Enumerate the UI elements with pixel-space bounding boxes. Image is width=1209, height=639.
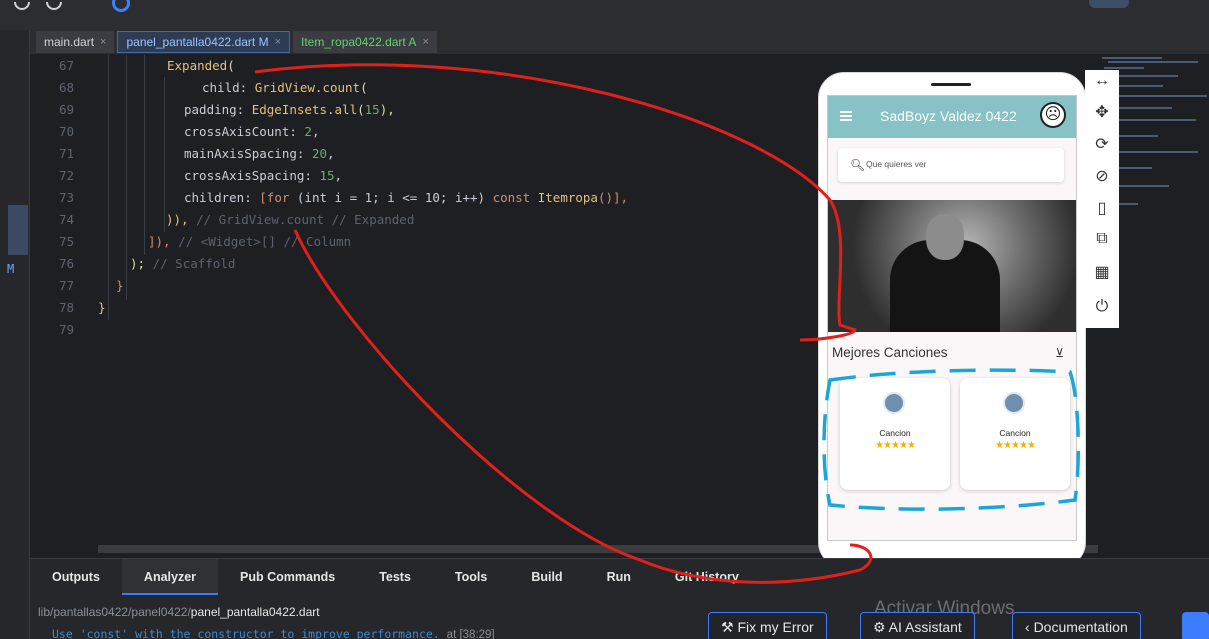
tab-tools[interactable]: Tools [433, 559, 509, 595]
tab-pub-commands[interactable]: Pub Commands [218, 559, 357, 595]
search-icon: 🔍︎ [850, 158, 866, 172]
sad-face-icon[interactable]: ☹ [1040, 102, 1066, 128]
song-card[interactable]: Cancion ★★★★★ [960, 378, 1070, 490]
ai-assistant-button[interactable]: ⚙ AI Assistant [860, 612, 975, 639]
qr-code-icon[interactable]: ▦ [1085, 262, 1119, 282]
title-bar [0, 0, 1209, 30]
tab-run[interactable]: Run [585, 559, 653, 595]
toolbar-pill[interactable] [1089, 0, 1129, 8]
device-icon[interactable]: ▯ [1085, 198, 1119, 218]
brain-icon: ⚙ [873, 619, 889, 635]
artist-photo [828, 200, 1076, 332]
phone-emulator: SadBoyz Valdez 0422 ☹ 🔍︎ Que quieres ver… [818, 72, 1086, 568]
search-placeholder: Que quieres ver [866, 159, 927, 169]
documentation-button[interactable]: ‹ Documentation [1012, 612, 1141, 639]
analyzer-warning[interactable]: Use 'const' with the constructor to impr… [52, 627, 495, 639]
editor-tabs: main.dart × panel_pantalla0422.dart M × … [30, 30, 1209, 54]
window-icon[interactable] [46, 2, 62, 10]
rating-stars: ★★★★★ [995, 440, 1036, 451]
window-icon[interactable] [14, 2, 30, 10]
tab-analyzer[interactable]: Analyzer [121, 559, 219, 595]
move-icon[interactable]: ✥ [1085, 102, 1119, 122]
emulator-toolbar: ↔ ✥ ⟳ ⊘ ▯ ⧉ ▦ ⏻ [1085, 70, 1119, 328]
tab-git-history[interactable]: Git History [653, 559, 761, 595]
activity-bar: M [0, 30, 30, 639]
disable-icon[interactable]: ⊘ [1085, 166, 1119, 186]
app-bar: SadBoyz Valdez 0422 ☹ [828, 96, 1076, 138]
app-title: SadBoyz Valdez 0422 [880, 108, 1017, 124]
card-label: Cancion [879, 428, 911, 438]
card-label: Cancion [999, 428, 1031, 438]
file-path[interactable]: lib/pantallas0422/panel0422/panel_pantal… [38, 605, 320, 619]
tab-main-dart[interactable]: main.dart × [36, 31, 115, 53]
wand-icon: ⚒ [721, 619, 738, 635]
open-external-icon[interactable]: ⧉ [1085, 230, 1119, 248]
panel-toggle-button[interactable] [1182, 612, 1209, 639]
avatar-icon [883, 392, 905, 414]
section-title: Mejores Canciones [832, 345, 948, 360]
close-icon[interactable]: × [422, 36, 428, 48]
rotate-icon[interactable]: ⟳ [1085, 134, 1119, 154]
tab-label: panel_pantalla0422.dart M [126, 35, 269, 49]
phone-notch [931, 83, 971, 86]
status-icon[interactable] [112, 0, 130, 12]
indent-guide [144, 55, 145, 255]
search-field[interactable]: 🔍︎ Que quieres ver [838, 148, 1064, 182]
indent-guide [164, 77, 165, 232]
tab-outputs[interactable]: Outputs [30, 559, 122, 595]
tab-label: Item_ropa0422.dart A [301, 35, 417, 49]
menu-icon[interactable] [840, 111, 852, 121]
resize-icon[interactable]: ↔ [1085, 72, 1119, 90]
tab-item-ropa[interactable]: Item_ropa0422.dart A × [293, 31, 437, 53]
fix-error-button[interactable]: ⚒ Fix my Error [708, 612, 827, 639]
tab-label: main.dart [44, 35, 95, 49]
filter-off-icon[interactable]: ⊻ [1055, 346, 1064, 360]
tab-build[interactable]: Build [509, 559, 584, 595]
avatar-icon [1003, 392, 1025, 414]
tab-panel-pantalla[interactable]: panel_pantalla0422.dart M × [117, 31, 291, 53]
rating-stars: ★★★★★ [875, 440, 916, 451]
docs-icon: ‹ [1025, 619, 1034, 635]
song-card[interactable]: Cancion ★★★★★ [840, 378, 950, 490]
indent-guide [108, 55, 109, 320]
activity-selection[interactable] [8, 205, 28, 255]
bottom-tabs: Outputs Analyzer Pub Commands Tests Tool… [30, 559, 1209, 595]
indent-guide [126, 55, 127, 300]
tab-tests[interactable]: Tests [357, 559, 433, 595]
modified-marker: M [7, 262, 15, 276]
close-icon[interactable]: × [275, 36, 281, 48]
close-icon[interactable]: × [100, 36, 106, 48]
power-icon[interactable]: ⏻ [1085, 298, 1119, 316]
phone-screen: SadBoyz Valdez 0422 ☹ 🔍︎ Que quieres ver… [827, 95, 1077, 541]
